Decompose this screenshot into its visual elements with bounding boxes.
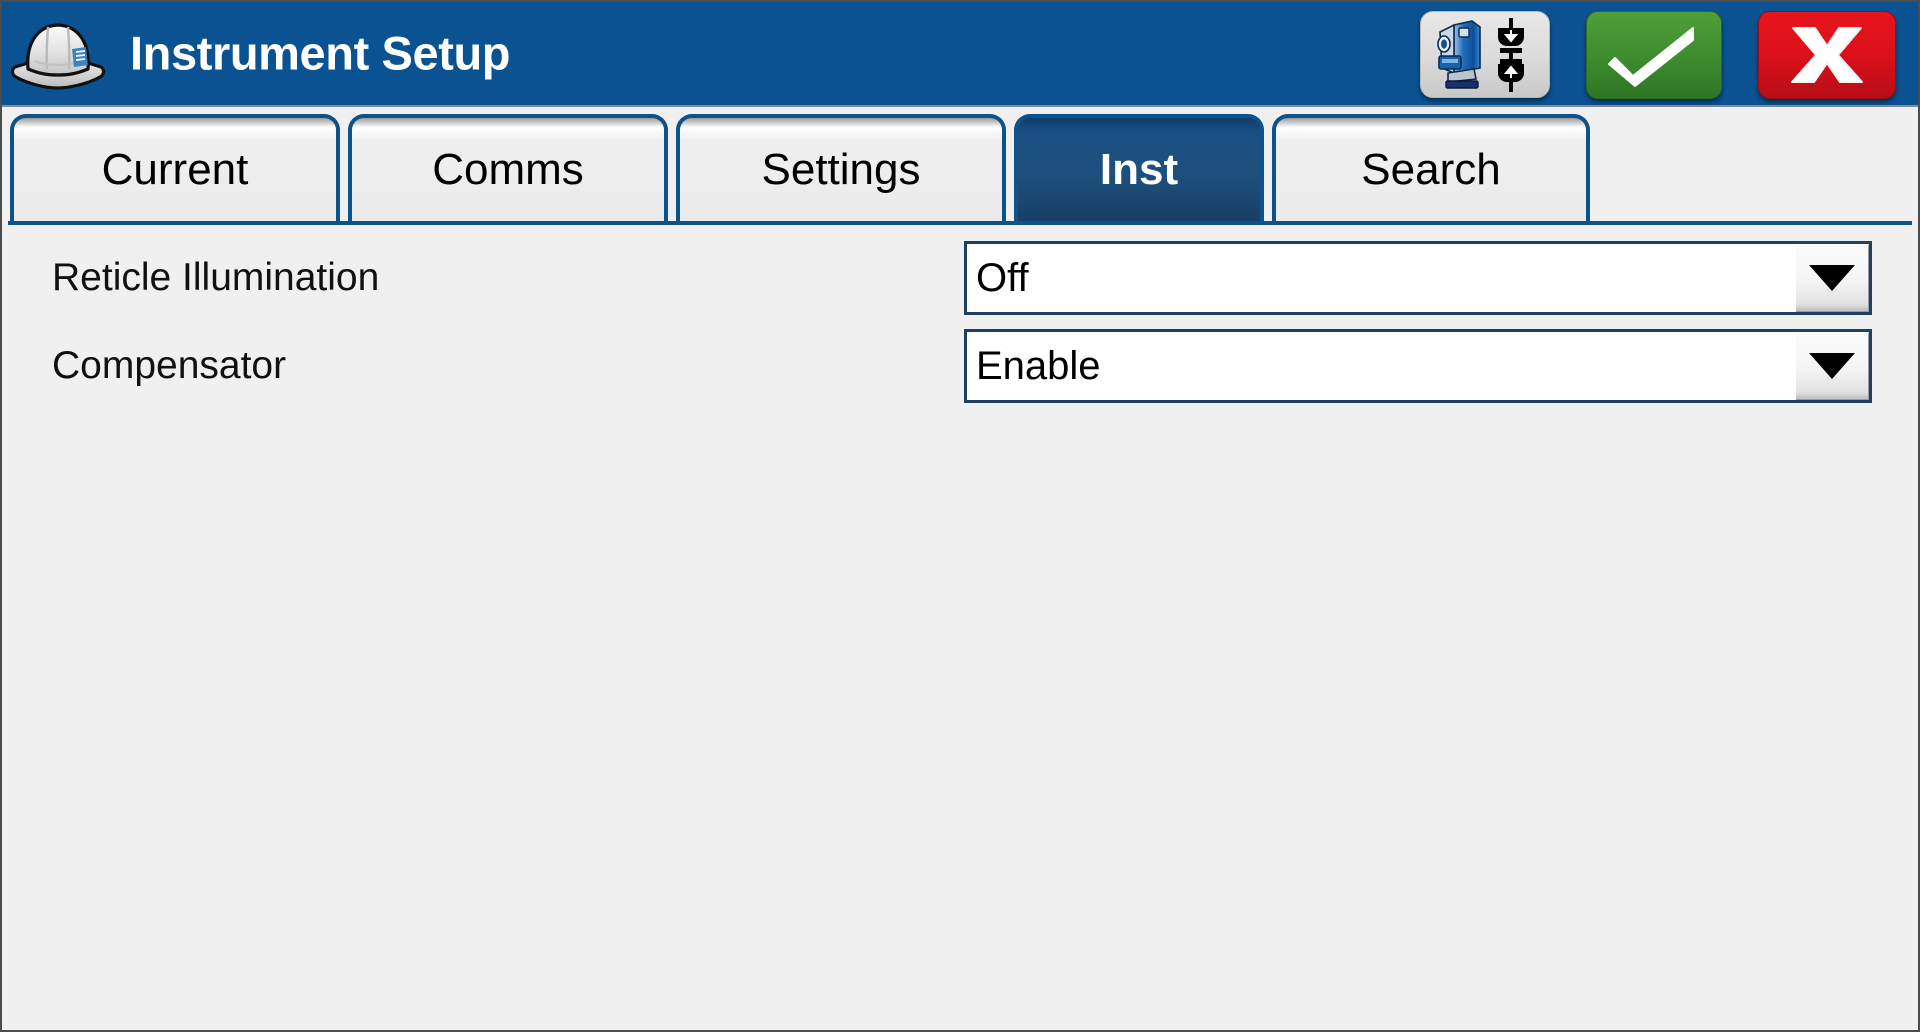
tab-settings[interactable]: Settings xyxy=(676,114,1006,222)
instrument-connect-button[interactable] xyxy=(1420,11,1550,98)
content-panel: Reticle Illumination Off Compensator Enable xyxy=(4,225,1916,1030)
tab-comms[interactable]: Comms xyxy=(348,114,668,222)
tab-label: Comms xyxy=(432,145,584,194)
dropdown-toggle-button[interactable] xyxy=(1793,332,1869,400)
tab-bar: Current Comms Settings Inst Search xyxy=(2,107,1918,225)
total-station-connect-icon xyxy=(1437,17,1524,92)
tab-label: Current xyxy=(101,145,249,194)
dropdown-reticle-illumination[interactable]: Off xyxy=(964,241,1872,315)
tab-label: Settings xyxy=(761,145,921,194)
tab-list: Current Comms Settings Inst Search xyxy=(10,114,1598,222)
title-bar: Instrument Setup xyxy=(2,2,1918,107)
dropdown-toggle-button[interactable] xyxy=(1793,244,1869,312)
instrument-setup-window: Instrument Setup Current Comms Settings … xyxy=(0,0,1920,1032)
row-label: Reticle Illumination xyxy=(52,256,380,299)
check-icon xyxy=(1608,26,1694,87)
page-title: Instrument Setup xyxy=(130,25,511,79)
title-bar-buttons xyxy=(1420,2,1896,107)
chevron-down-icon xyxy=(1809,265,1855,291)
dropdown-compensator[interactable]: Enable xyxy=(964,329,1872,403)
tab-label: Inst xyxy=(1099,145,1179,194)
form-row: Reticle Illumination Off xyxy=(4,233,1916,323)
tab-current[interactable]: Current xyxy=(10,114,340,222)
hard-hat-icon xyxy=(6,5,110,103)
cancel-button[interactable] xyxy=(1758,10,1896,99)
chevron-down-icon xyxy=(1809,353,1855,379)
accept-button[interactable] xyxy=(1586,10,1722,99)
row-label: Compensator xyxy=(52,344,287,387)
dropdown-value[interactable]: Off xyxy=(967,244,1793,312)
tab-search[interactable]: Search xyxy=(1272,114,1590,222)
dropdown-value[interactable]: Enable xyxy=(967,332,1793,400)
tab-label: Search xyxy=(1361,145,1501,194)
form-row: Compensator Enable xyxy=(4,321,1916,411)
x-icon xyxy=(1791,26,1863,83)
tab-inst[interactable]: Inst xyxy=(1014,114,1264,222)
